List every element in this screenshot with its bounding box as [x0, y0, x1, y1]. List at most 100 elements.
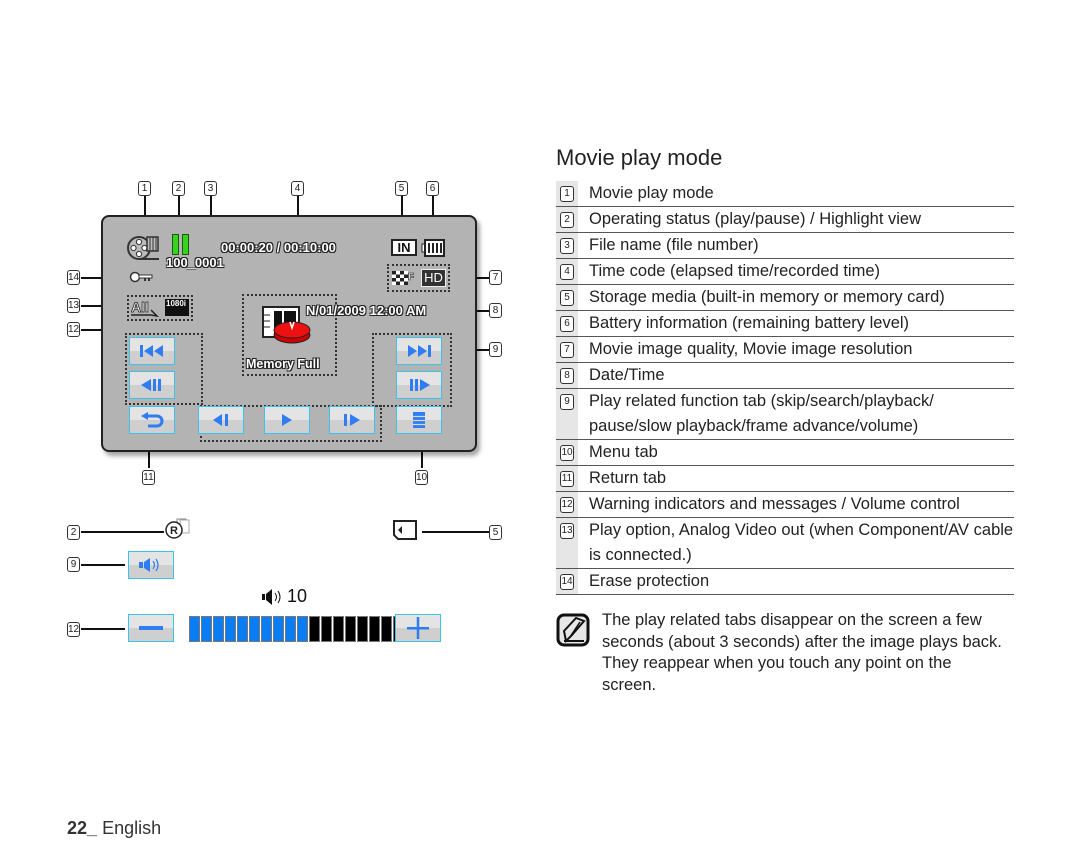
volume-segment-filled [201, 616, 212, 642]
callout-6: 6 [426, 181, 439, 196]
return-icon [141, 412, 164, 428]
skip-forward-button[interactable] [396, 337, 442, 365]
item-number-badge: 3 [560, 238, 574, 254]
frame-backward-button[interactable] [198, 406, 244, 434]
analog-out-1080i-icon: 1080i [165, 299, 189, 316]
callout-5: 5 [395, 181, 408, 196]
callout-8: 8 [489, 303, 502, 318]
item-text: Movie image quality, Movie image resolut… [589, 340, 913, 358]
plus-icon [407, 617, 429, 639]
time-code: 00:00:20 / 00:10:00 [221, 240, 336, 255]
volume-bar[interactable] [189, 616, 416, 642]
item-number-cell: 2 [556, 207, 578, 232]
battery-icon [421, 239, 445, 257]
item-number-badge: 1 [560, 186, 574, 202]
resolution-hd-icon: HD [421, 269, 446, 287]
leader-line [81, 531, 164, 533]
quality-resolution-group: F HD [387, 264, 450, 292]
skip-backward-button[interactable] [129, 337, 175, 365]
item-number-badge: 4 [560, 264, 574, 280]
callout-7: 7 [489, 270, 502, 285]
speaker-icon [262, 588, 281, 605]
frame-forward-icon [344, 414, 360, 426]
play-icon [282, 414, 292, 426]
item-number-badge: 13 [560, 523, 574, 539]
item-text: Operating status (play/pause) / Highligh… [589, 210, 921, 228]
quality-fine-icon: F [392, 271, 414, 285]
item-number-badge: 12 [560, 497, 574, 513]
movie-mode-icon [127, 236, 159, 260]
item-number-cell: 3 [556, 233, 578, 258]
callout-2: 2 [172, 181, 185, 196]
page-footer: 22_ English [67, 818, 161, 839]
volume-down-button[interactable] [128, 614, 174, 642]
item-number-badge: 7 [560, 342, 574, 358]
volume-segment-empty [333, 616, 344, 642]
callout-12: 12 [67, 622, 80, 637]
item-text: File name (file number) [589, 236, 759, 254]
quality-label: F [408, 272, 414, 283]
list-item: 7 Movie image quality, Movie image resolu… [556, 337, 1014, 363]
speaker-icon [139, 558, 159, 572]
volume-segment-filled [261, 616, 272, 642]
item-number-cell: 5 [556, 285, 578, 310]
item-number-cell: 14 [556, 569, 578, 594]
callout-9: 9 [489, 342, 502, 357]
leader-line [422, 531, 489, 533]
list-item: 5 Storage media (built-in memory or memor… [556, 285, 1014, 311]
list-item: 14 Erase protection [556, 569, 1014, 595]
callout-1: 1 [138, 181, 151, 196]
item-number-cell: 4 [556, 259, 578, 284]
volume-segment-empty [381, 616, 392, 642]
volume-button[interactable] [128, 551, 174, 579]
list-item: 10 Menu tab [556, 440, 1014, 466]
play-option-group: All 1080i [127, 295, 193, 321]
menu-icon [413, 412, 425, 428]
search-forward-button[interactable] [396, 371, 442, 399]
item-text: Date/Time [589, 366, 665, 384]
item-text: Erase protection [589, 572, 710, 590]
date-time: N/01/2009 12:00 AM [306, 303, 427, 318]
volume-segment-filled [297, 616, 308, 642]
callout-14: 14 [67, 270, 80, 285]
item-number-badge: 6 [560, 316, 574, 332]
list-item: 11 Return tab [556, 466, 1014, 492]
volume-segment-filled [237, 616, 248, 642]
note-pencil-icon [556, 613, 590, 647]
item-number-cell: 1 [556, 181, 578, 206]
item-number-cell: 12 [556, 492, 578, 517]
storage-internal-icon: IN [391, 239, 417, 256]
page-number: 22_ [67, 818, 98, 838]
item-text: Movie play mode [589, 184, 714, 202]
item-number-badge: 10 [560, 445, 574, 461]
callout-description-list: 1 Movie play mode 2 Operating status (play/… [556, 181, 1014, 595]
play-option-all-icon: All [131, 299, 159, 317]
callout-3: 3 [204, 181, 217, 196]
volume-segment-empty [309, 616, 320, 642]
callout-12: 12 [67, 322, 80, 337]
item-number-cell: 8 [556, 363, 578, 388]
list-item: 8 Date/Time [556, 363, 1014, 389]
volume-segment-empty [345, 616, 356, 642]
volume-segment-filled [273, 616, 284, 642]
item-number-badge: 2 [560, 212, 574, 228]
menu-button[interactable] [396, 406, 442, 434]
search-backward-button[interactable] [129, 371, 175, 399]
file-name: 100_0001 [166, 255, 224, 270]
note-text: The play related tabs disappear on the s… [602, 611, 1002, 694]
item-text: Storage media (built-in memory or memory… [589, 288, 945, 306]
frame-forward-button[interactable] [329, 406, 375, 434]
item-number-badge: 14 [560, 574, 574, 590]
return-button[interactable] [129, 406, 175, 434]
play-option-label: All [131, 299, 149, 315]
volume-segment-filled [213, 616, 224, 642]
skip-backward-icon [140, 345, 163, 357]
volume-up-button[interactable] [395, 614, 441, 642]
skip-forward-icon [408, 345, 431, 357]
play-button[interactable] [264, 406, 310, 434]
callout-5: 5 [489, 525, 502, 540]
volume-segment-filled [189, 616, 200, 642]
item-text: Return tab [589, 469, 667, 487]
item-number-cell: 6 [556, 311, 578, 336]
callout-9: 9 [67, 557, 80, 572]
